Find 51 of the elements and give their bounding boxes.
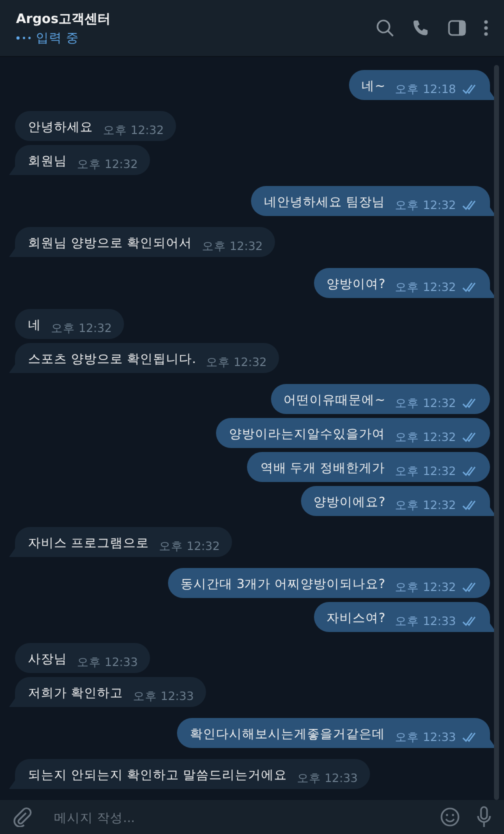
message-time: 오후 12:33 [132, 689, 194, 703]
message-time: 오후 12:32 [158, 539, 220, 553]
message-text: 양방이여? [326, 275, 386, 292]
message-time: 오후 12:32 [51, 321, 112, 335]
message-time: 오후 12:33 [296, 771, 358, 785]
message-text: 저희가 확인하고 [28, 684, 123, 701]
message-time: 오후 12:32 [395, 498, 456, 512]
message-time: 오후 12:32 [395, 280, 456, 294]
message-time: 오후 12:32 [202, 239, 263, 253]
message-text: 양방이에요? [314, 493, 386, 510]
emoji-icon[interactable] [440, 807, 460, 827]
message-time: 오후 12:33 [395, 614, 456, 628]
microphone-icon[interactable] [476, 806, 492, 828]
message-text: 사장님 [28, 650, 67, 667]
sidebar-toggle-icon[interactable] [448, 20, 466, 36]
message-text: 되는지 안되는지 확인하고 말씀드리는거에요 [28, 766, 287, 783]
message-time: 오후 12:32 [395, 464, 456, 478]
message-time: 오후 12:32 [103, 123, 164, 137]
message-text: 네~ [362, 77, 386, 94]
message-time: 오후 12:33 [77, 655, 138, 669]
message-text: 확인다시해보시는게좋을거같은데 [190, 725, 386, 742]
message-text: 안녕하세요 [28, 118, 93, 135]
menu-icon[interactable] [484, 20, 488, 36]
message-text: 어떤이유때문에~ [284, 391, 386, 408]
search-icon[interactable] [376, 19, 394, 37]
message-text: 스포츠 양방으로 확인됩니다. [28, 350, 196, 367]
message-time: 오후 12:32 [395, 198, 456, 212]
scrollbar[interactable] [494, 65, 499, 800]
message-time: 오후 12:32 [77, 157, 138, 171]
attach-icon[interactable] [12, 807, 32, 827]
message-time: 오후 12:32 [395, 430, 456, 444]
message-time: 오후 12:18 [395, 82, 456, 96]
message-time: 오후 12:32 [395, 580, 456, 594]
message-input[interactable]: 메시지 작성... [48, 805, 424, 829]
message-time: 오후 12:32 [206, 355, 267, 369]
typing-dots-icon [16, 36, 32, 40]
message-time: 오후 12:32 [395, 396, 456, 410]
chat-title: Argos고객센터 [16, 10, 112, 28]
message-text: 양방이라는지알수있을가여 [229, 425, 386, 442]
typing-status: 입력 중 [36, 30, 79, 46]
message-text: 자비스여? [326, 609, 386, 626]
message-text: 자비스 프로그램으로 [28, 534, 149, 551]
message-text: 동시간대 3개가 어찌양방이되나요? [180, 575, 386, 592]
message-text: 네 [28, 316, 41, 333]
message-time: 오후 12:33 [395, 730, 456, 744]
phone-icon[interactable] [412, 19, 430, 37]
message-composer[interactable]: 메시지 작성... [0, 800, 504, 834]
message-text: 네안녕하세요 팀장님 [264, 193, 386, 210]
message-text: 회원님 [28, 152, 67, 169]
message-text: 역배 두개 정배한게가 [260, 459, 386, 476]
message-text: 회원님 양방으로 확인되어서 [28, 234, 192, 251]
